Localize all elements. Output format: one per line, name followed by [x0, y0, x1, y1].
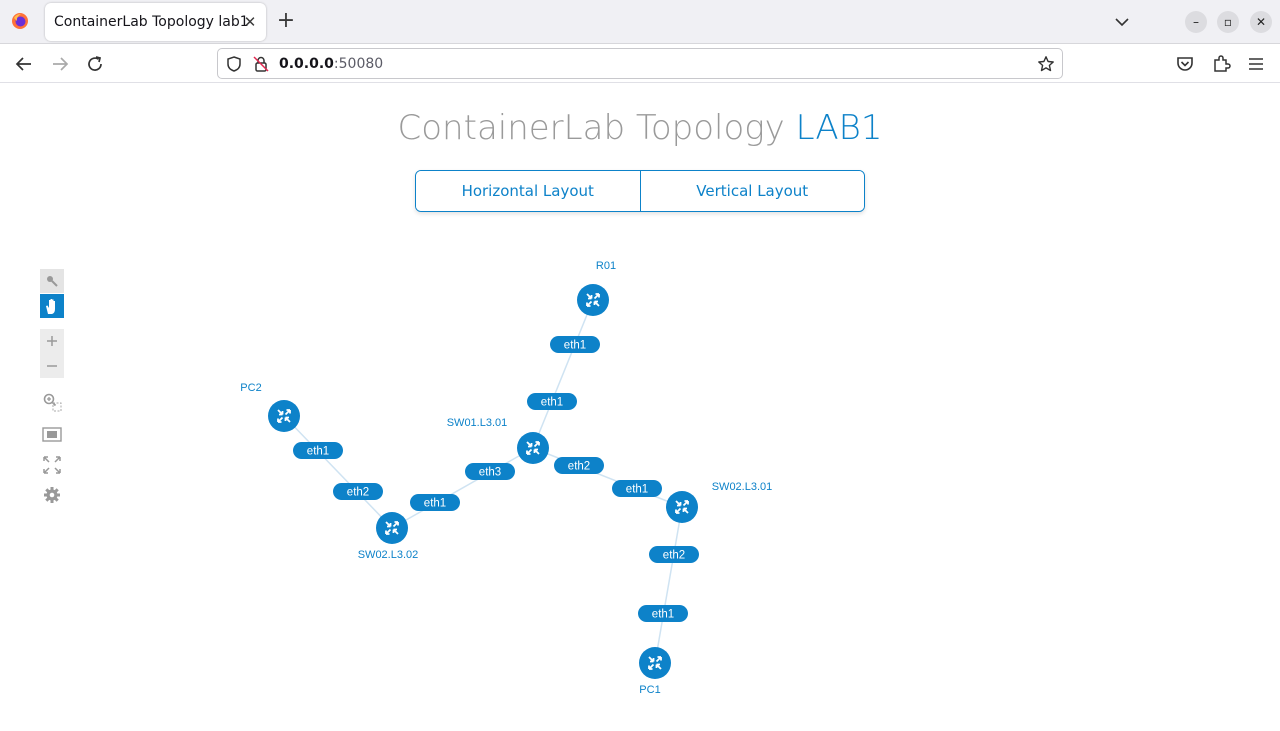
svg-text:eth1: eth1 — [424, 498, 446, 510]
node-label: R01 — [596, 260, 616, 272]
node-label: PC1 — [639, 684, 660, 696]
port-label[interactable]: eth1 — [550, 336, 600, 353]
svg-text:eth1: eth1 — [652, 609, 674, 621]
link-sw01-sw0202[interactable] — [391, 447, 534, 529]
svg-text:eth1: eth1 — [307, 446, 329, 458]
node-pc1[interactable]: PC1 — [639, 647, 671, 696]
node-sw02-l3-02[interactable]: SW02.L3.02 — [358, 512, 419, 561]
node-label: PC2 — [240, 382, 261, 394]
node-sw01-l3-01[interactable]: SW01.L3.01 — [447, 417, 549, 464]
node-r01[interactable]: R01 — [577, 260, 616, 316]
link-sw0201-pc1[interactable] — [654, 506, 683, 664]
link-r01-sw01[interactable] — [532, 299, 594, 449]
port-label[interactable]: eth1 — [638, 605, 688, 622]
svg-text:eth1: eth1 — [541, 397, 563, 409]
topology-canvas[interactable]: eth1 eth1 eth1 eth2 eth3 eth1 eth2 eth1 … — [0, 0, 1280, 731]
node-label: SW02.L3.01 — [712, 481, 773, 493]
port-label[interactable]: eth3 — [465, 463, 515, 480]
svg-text:eth2: eth2 — [568, 461, 590, 473]
node-label: SW02.L3.02 — [358, 549, 419, 561]
link-pc2-sw0202[interactable] — [283, 415, 393, 529]
port-label[interactable]: eth1 — [527, 393, 577, 410]
port-label[interactable]: eth2 — [333, 483, 383, 500]
svg-text:eth2: eth2 — [663, 550, 685, 562]
svg-text:eth2: eth2 — [347, 487, 369, 499]
port-label[interactable]: eth2 — [649, 546, 699, 563]
node-pc2[interactable]: PC2 — [240, 382, 300, 432]
port-label[interactable]: eth1 — [410, 494, 460, 511]
link-sw01-sw0201[interactable] — [532, 447, 683, 508]
node-sw02-l3-01[interactable]: SW02.L3.01 — [666, 481, 772, 523]
node-label: SW01.L3.01 — [447, 417, 508, 429]
svg-text:eth1: eth1 — [564, 340, 586, 352]
port-label[interactable]: eth1 — [612, 480, 662, 497]
port-label[interactable]: eth2 — [554, 457, 604, 474]
port-label[interactable]: eth1 — [293, 442, 343, 459]
svg-text:eth1: eth1 — [626, 484, 648, 496]
svg-text:eth3: eth3 — [479, 467, 501, 479]
